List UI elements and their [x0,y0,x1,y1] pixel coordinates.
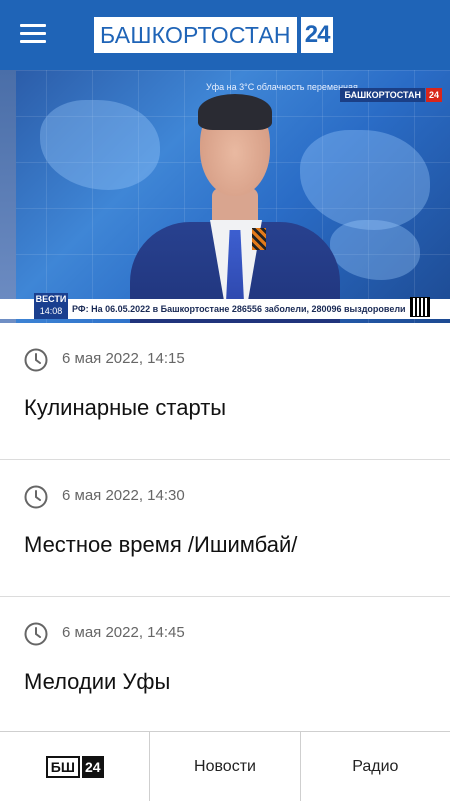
st-george-ribbon [252,228,266,250]
bottom-navigation: БШ 24 Новости Радио [0,731,450,801]
clock-icon [24,485,48,509]
program-item[interactable]: 6 мая 2022, 14:45 Мелодии Уфы [0,597,450,733]
nav-home-logo[interactable]: БШ 24 [0,732,149,801]
bsh24-logo-letters: БШ [45,755,80,778]
vesti-label: ВЕСТИ [35,294,67,304]
program-time: 6 мая 2022, 14:30 [62,487,185,504]
clock-icon [24,348,48,372]
bsh24-logo-number: 24 [81,755,104,778]
vesti-time: 14:08 [39,306,63,316]
ticker-text: РФ: На 06.05.2022 в Башкортостане 286556… [72,304,406,314]
nav-radio[interactable]: Радио [299,732,450,801]
program-time: 6 мая 2022, 14:45 [62,624,185,641]
program-title: Мелодии Уфы [24,669,171,694]
channel-logo[interactable]: БАШКОРТОСТАН 24 [94,17,334,53]
program-title: Местное время /Ишимбай/ [24,532,298,557]
program-item[interactable]: 6 мая 2022, 14:30 Местное время /Ишимбай… [0,460,450,597]
video-channel-logo: БАШКОРТОСТАН 24 [340,88,442,102]
bsh24-logo: БШ 24 [45,755,104,778]
clock-icon [24,622,48,646]
video-channel-logo-number: 24 [425,88,442,102]
menu-icon[interactable] [20,24,48,46]
program-time: 6 мая 2022, 14:15 [62,350,185,367]
app-header: БАШКОРТОСТАН 24 [0,0,450,70]
qr-code-icon [410,297,430,317]
live-video-player[interactable]: Уфа на 3°С облачность переменная БАШКОРТ… [0,70,450,323]
logo-text: БАШКОРТОСТАН [94,17,297,53]
video-top-caption: Уфа на 3°С облачность переменная [206,82,358,92]
vesti-badge: ВЕСТИ 14:08 [34,293,68,319]
presenter-hair [198,94,272,130]
nav-news[interactable]: Новости [149,732,299,801]
video-side-band [0,70,16,323]
logo-number: 24 [300,17,334,53]
program-title: Кулинарные старты [24,395,227,420]
program-item[interactable]: 6 мая 2022, 14:15 Кулинарные старты [0,323,450,460]
video-channel-logo-text: БАШКОРТОСТАН [340,88,425,102]
